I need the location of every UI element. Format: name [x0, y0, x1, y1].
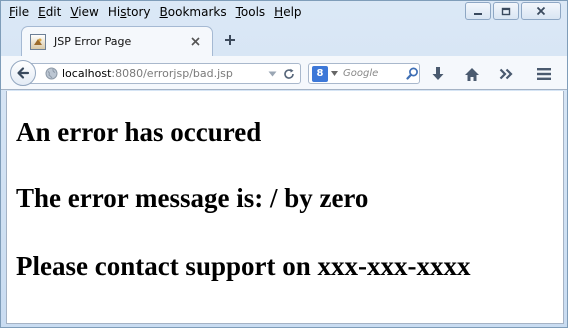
plus-icon	[225, 35, 235, 45]
minimize-icon	[474, 13, 482, 15]
home-icon	[465, 67, 479, 81]
error-heading: An error has occured	[16, 117, 262, 147]
search-input[interactable]	[343, 68, 403, 79]
dropdown-icon	[268, 71, 276, 76]
browser-window: File Edit View History Bookmarks Tools H…	[0, 0, 568, 328]
page-favicon-icon	[30, 33, 46, 50]
globe-icon	[44, 67, 58, 81]
reload-button[interactable]	[282, 67, 296, 81]
tab-jsp-error-page[interactable]: JSP Error Page	[21, 26, 213, 56]
address-path: :8080/errorjsp/bad.jsp	[111, 67, 233, 80]
back-button[interactable]	[10, 60, 36, 86]
menu-history[interactable]: History	[108, 5, 151, 19]
home-button[interactable]	[463, 65, 481, 83]
url-history-dropdown[interactable]	[266, 68, 278, 80]
window-controls	[465, 2, 561, 20]
search-engine-dropdown[interactable]	[330, 70, 338, 78]
minimize-button[interactable]	[465, 2, 491, 20]
tab-strip: JSP Error Page	[1, 24, 568, 56]
address-host: localhost	[62, 67, 112, 80]
downloads-button[interactable]	[429, 65, 447, 83]
back-arrow-icon	[17, 67, 30, 79]
page-content: An error has occured The error message i…	[6, 91, 564, 324]
menu-bookmarks[interactable]: Bookmarks	[160, 5, 227, 19]
address-bar[interactable]: localhost:8080/errorjsp/bad.jsp	[28, 63, 301, 84]
dropdown-icon	[330, 71, 338, 76]
search-button[interactable]	[405, 67, 419, 81]
menu-file[interactable]: File	[9, 5, 29, 19]
address-text: localhost:8080/errorjsp/bad.jsp	[62, 67, 266, 80]
menu-edit[interactable]: Edit	[38, 5, 61, 19]
menu-help[interactable]: Help	[274, 5, 301, 19]
overflow-icon	[499, 68, 513, 80]
open-menu-button[interactable]	[535, 65, 553, 83]
hamburger-menu-icon	[537, 68, 551, 80]
close-icon	[190, 37, 200, 46]
support-contact: Please contact support on xxx-xxx-xxxx	[16, 251, 471, 281]
reload-icon	[284, 68, 294, 79]
navigation-bar: localhost:8080/errorjsp/bad.jsp 8	[1, 56, 567, 90]
restore-button[interactable]	[493, 2, 519, 20]
search-icon	[405, 67, 418, 80]
new-tab-button[interactable]	[222, 32, 238, 48]
close-icon	[536, 6, 546, 16]
overflow-button[interactable]	[497, 65, 515, 83]
menu-tools[interactable]: Tools	[236, 5, 266, 19]
menu-view[interactable]: View	[70, 5, 98, 19]
menu-bar: File Edit View History Bookmarks Tools H…	[1, 1, 471, 23]
restore-icon	[501, 7, 511, 16]
search-bar[interactable]: 8	[308, 63, 420, 84]
google-engine-icon[interactable]: 8	[312, 65, 328, 82]
close-window-button[interactable]	[521, 2, 561, 20]
download-icon	[432, 67, 444, 80]
tab-close-button[interactable]	[188, 35, 202, 49]
tab-title: JSP Error Page	[54, 35, 132, 48]
error-message: The error message is: / by zero	[16, 183, 369, 213]
